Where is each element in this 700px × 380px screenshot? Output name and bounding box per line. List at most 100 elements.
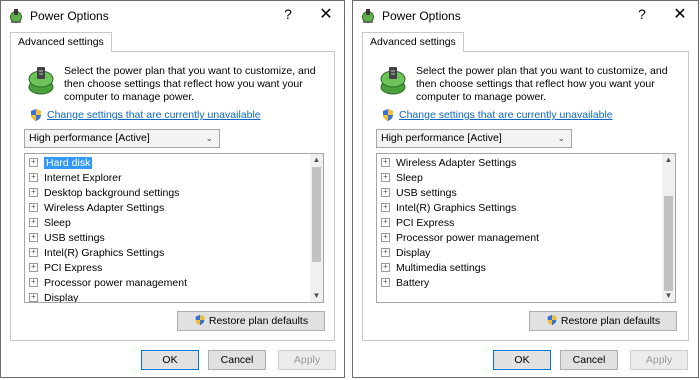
tree-item-label: Sleep	[44, 217, 71, 229]
plan-select-value: High performance [Active]	[381, 132, 502, 144]
uac-shield-icon	[383, 109, 393, 121]
tree-item-processor-power[interactable]: + Processor power management	[381, 231, 539, 246]
tree-item-processor-power[interactable]: + Processor power management	[29, 276, 187, 291]
tree-item-internet-explorer[interactable]: + Internet Explorer	[29, 171, 122, 186]
tree-item-label: Desktop background settings	[44, 187, 180, 199]
expand-icon[interactable]: +	[381, 172, 390, 182]
scroll-down-icon[interactable]: ▼	[310, 290, 323, 302]
tab-advanced-settings[interactable]: Advanced settings	[10, 32, 112, 52]
expand-icon[interactable]: +	[29, 202, 38, 212]
tree-item-battery[interactable]: + Battery	[381, 276, 429, 291]
tree-item-wireless-adapter[interactable]: + Wireless Adapter Settings	[29, 201, 164, 216]
title-bar[interactable]: Power Options ? ✕	[353, 1, 698, 31]
power-plan-icon	[28, 67, 54, 95]
power-plan-icon	[380, 67, 406, 95]
tree-item-label: Display	[396, 247, 431, 259]
scroll-thumb[interactable]	[312, 167, 321, 262]
tree-item-label: USB settings	[44, 232, 105, 244]
expand-icon[interactable]: +	[29, 172, 38, 182]
scroll-up-icon[interactable]: ▲	[310, 154, 323, 166]
tree-item-desktop-background[interactable]: + Desktop background settings	[29, 186, 179, 201]
close-button[interactable]: ✕	[318, 4, 334, 24]
apply-button[interactable]: Apply	[278, 350, 336, 370]
tree-item-wireless-adapter[interactable]: + Wireless Adapter Settings	[381, 156, 516, 171]
uac-shield-icon	[195, 314, 205, 326]
help-button[interactable]: ?	[634, 6, 650, 22]
expand-icon[interactable]: +	[381, 262, 390, 272]
settings-panel: Select the power plan that you want to c…	[362, 51, 689, 341]
tree-item-label: Sleep	[396, 172, 423, 184]
tree-item-label: Processor power management	[44, 277, 187, 289]
intro-text: Select the power plan that you want to c…	[64, 65, 316, 103]
vertical-scrollbar[interactable]: ▲ ▼	[310, 154, 323, 302]
restore-plan-defaults-label: Restore plan defaults	[208, 315, 309, 327]
tree-item-pci-express[interactable]: + PCI Express	[29, 261, 102, 276]
ok-button[interactable]: OK	[141, 350, 199, 370]
expand-icon[interactable]: +	[381, 247, 390, 257]
tree-item-display[interactable]: + Display	[381, 246, 430, 261]
expand-icon[interactable]: +	[381, 157, 390, 167]
expand-icon[interactable]: +	[381, 232, 390, 242]
tree-item-label: PCI Express	[44, 262, 103, 274]
expand-icon[interactable]: +	[29, 217, 38, 227]
vertical-scrollbar[interactable]: ▲ ▼	[662, 154, 675, 302]
expand-icon[interactable]: +	[381, 187, 390, 197]
restore-plan-defaults-button[interactable]: Restore plan defaults	[177, 311, 325, 331]
tree-item-label: Intel(R) Graphics Settings	[396, 202, 517, 214]
tree-item-display[interactable]: + Display	[29, 291, 79, 303]
cancel-button[interactable]: Cancel	[208, 350, 266, 370]
tree-item-usb[interactable]: + USB settings	[29, 231, 105, 246]
tree-item-intel-graphics[interactable]: + Intel(R) Graphics Settings	[381, 201, 516, 216]
tree-item-label: Processor power management	[396, 232, 539, 244]
expand-icon[interactable]: +	[29, 247, 38, 257]
tab-advanced-settings[interactable]: Advanced settings	[362, 32, 464, 52]
plan-select[interactable]: High performance [Active] ⌄	[24, 129, 220, 148]
uac-shield-icon	[31, 109, 41, 121]
scroll-thumb[interactable]	[664, 196, 673, 291]
expand-icon[interactable]: +	[381, 202, 390, 212]
scroll-down-icon[interactable]: ▼	[662, 290, 675, 302]
tree-item-usb[interactable]: + USB settings	[381, 186, 457, 201]
intro-text: Select the power plan that you want to c…	[416, 65, 668, 103]
expand-icon[interactable]: +	[29, 277, 38, 287]
power-options-icon	[362, 9, 374, 23]
expand-icon[interactable]: +	[29, 232, 38, 242]
expand-icon[interactable]: +	[29, 187, 38, 197]
apply-button[interactable]: Apply	[630, 350, 688, 370]
chevron-down-icon: ⌄	[205, 133, 213, 143]
restore-plan-defaults-label: Restore plan defaults	[560, 315, 661, 327]
chevron-down-icon: ⌄	[557, 133, 565, 143]
expand-icon[interactable]: +	[29, 157, 38, 167]
cancel-button[interactable]: Cancel	[560, 350, 618, 370]
ok-button[interactable]: OK	[493, 350, 551, 370]
change-unavailable-settings-link[interactable]: Change settings that are currently unava…	[399, 109, 613, 121]
settings-panel: Select the power plan that you want to c…	[10, 51, 335, 341]
help-button[interactable]: ?	[280, 6, 296, 22]
settings-tree[interactable]: + Wireless Adapter Settings + Sleep + USB s…	[376, 153, 676, 303]
tree-item-label: Hard disk	[44, 157, 93, 169]
tree-item-hard-disk[interactable]: + Hard disk	[29, 156, 93, 171]
plan-select-value: High performance [Active]	[29, 132, 150, 144]
expand-icon[interactable]: +	[381, 277, 390, 287]
window-title: Power Options	[30, 9, 109, 23]
scroll-up-icon[interactable]: ▲	[662, 154, 675, 166]
tree-item-pci-express[interactable]: + PCI Express	[381, 216, 454, 231]
tree-item-sleep[interactable]: + Sleep	[29, 216, 71, 231]
expand-icon[interactable]: +	[381, 217, 390, 227]
tree-item-multimedia[interactable]: + Multimedia settings	[381, 261, 486, 276]
expand-icon[interactable]: +	[29, 262, 38, 272]
tree-item-intel-graphics[interactable]: + Intel(R) Graphics Settings	[29, 246, 164, 261]
power-options-icon	[10, 9, 22, 23]
plan-select[interactable]: High performance [Active] ⌄	[376, 129, 572, 148]
power-options-dialog-right: Power Options ? ✕ Advanced settings Sele…	[352, 0, 699, 378]
expand-icon[interactable]: +	[29, 292, 38, 302]
title-bar[interactable]: Power Options ? ✕	[1, 1, 344, 31]
close-button[interactable]: ✕	[672, 4, 688, 24]
settings-tree[interactable]: + Hard disk + Internet Explorer + Desktop b…	[24, 153, 324, 303]
tree-item-label: Display	[44, 292, 79, 303]
uac-shield-icon	[547, 314, 557, 326]
restore-plan-defaults-button[interactable]: Restore plan defaults	[529, 311, 677, 331]
tree-item-sleep[interactable]: + Sleep	[381, 171, 423, 186]
change-unavailable-settings-link[interactable]: Change settings that are currently unava…	[47, 109, 261, 121]
tree-item-label: Intel(R) Graphics Settings	[44, 247, 165, 259]
